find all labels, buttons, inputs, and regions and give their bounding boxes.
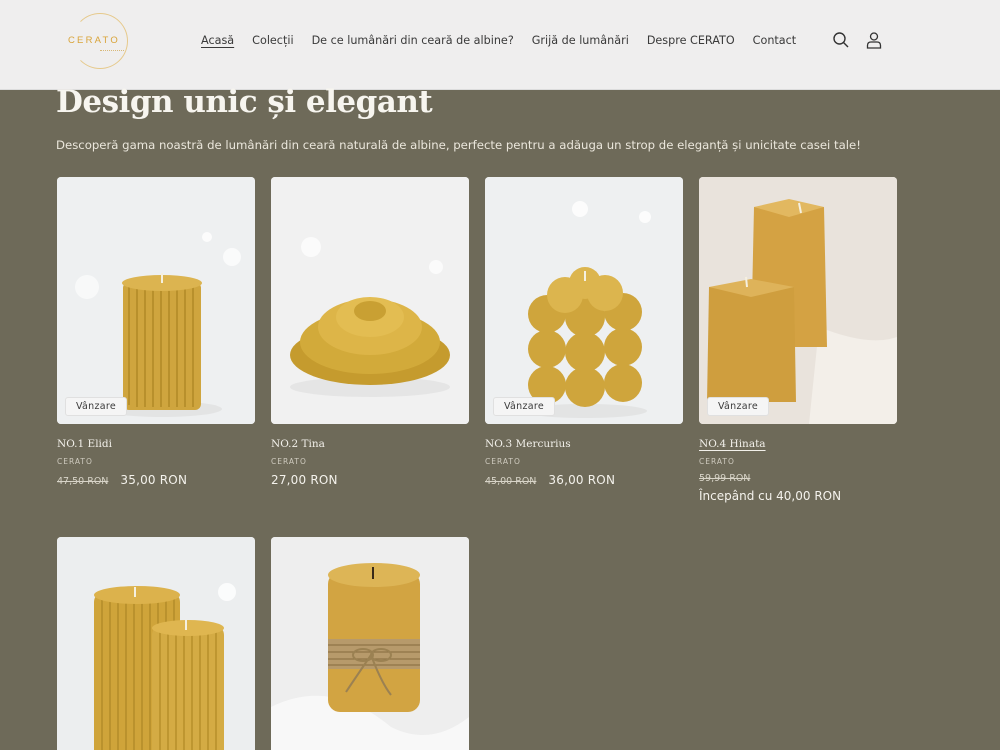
nav-item-de-ce-lumanari[interactable]: De ce lumânări din ceară de albine? <box>312 33 514 51</box>
main-nav: Acasă Colecții De ce lumânări din ceară … <box>201 33 796 51</box>
product-image[interactable] <box>271 177 469 424</box>
search-icon[interactable] <box>832 31 850 49</box>
nav-item-despre[interactable]: Despre CERATO <box>647 33 735 51</box>
product-name[interactable]: NO.1 Elidi <box>57 438 255 450</box>
price: 27,00 RON <box>271 473 338 487</box>
product-image[interactable]: Vânzare <box>57 177 255 424</box>
product-card-5[interactable] <box>57 537 255 750</box>
account-icon[interactable] <box>865 31 883 49</box>
sale-badge: Vânzare <box>707 397 770 416</box>
cerato-logo[interactable]: CERATO <box>66 13 128 71</box>
section-subtitle: Descoperă gama noastră de lumânări din c… <box>56 138 861 152</box>
sale-badge: Vânzare <box>493 397 556 416</box>
sale-price: 36,00 RON <box>548 473 616 487</box>
ribbed-candle-image <box>57 177 255 424</box>
section-title: Design unic și elegant <box>56 84 433 120</box>
product-card-elidi[interactable]: Vânzare NO.1 Elidi CERATO 47,50 RON 35,0… <box>57 177 255 487</box>
bubble-candle-image <box>485 177 683 424</box>
nav-item-colectii[interactable]: Colecții <box>252 33 293 51</box>
peony-candle-image <box>271 177 469 424</box>
product-image[interactable]: Vânzare <box>485 177 683 424</box>
site-header: CERATO Acasă Colecții De ce lumânări din… <box>0 0 1000 90</box>
hexagon-candles-image <box>699 177 897 424</box>
sale-badge: Vânzare <box>65 397 128 416</box>
old-price: 47,50 RON <box>57 476 109 487</box>
nav-item-grija[interactable]: Grijă de lumânări <box>532 33 629 51</box>
product-vendor: CERATO <box>271 457 307 466</box>
product-card-6[interactable] <box>271 537 469 750</box>
product-image[interactable]: Vânzare <box>699 177 897 424</box>
product-name[interactable]: NO.3 Mercurius <box>485 438 683 450</box>
old-price: 59,99 RON <box>699 473 751 484</box>
product-card-tina[interactable]: NO.2 Tina CERATO 27,00 RON <box>271 177 469 487</box>
sale-price: 35,00 RON <box>120 473 188 487</box>
ribbed-pillar-candles-image <box>57 537 255 750</box>
logo-text: CERATO <box>68 35 120 46</box>
product-vendor: CERATO <box>485 457 521 466</box>
product-card-hinata[interactable]: Vânzare NO.4 Hinata CERATO 59,99 RON Înc… <box>699 177 897 503</box>
product-vendor: CERATO <box>57 457 93 466</box>
product-name[interactable]: NO.2 Tina <box>271 438 469 450</box>
price-from: Începând cu 40,00 RON <box>699 489 842 503</box>
nav-item-acasa[interactable]: Acasă <box>201 33 234 51</box>
product-vendor: CERATO <box>699 457 735 466</box>
product-image[interactable] <box>57 537 255 750</box>
old-price: 45,00 RON <box>485 476 537 487</box>
product-name[interactable]: NO.4 Hinata <box>699 438 897 450</box>
twine-candle-image <box>271 537 469 750</box>
logo-tagline-mark <box>100 50 124 52</box>
nav-item-contact[interactable]: Contact <box>753 33 797 51</box>
product-card-mercurius[interactable]: Vânzare NO.3 Mercurius CERATO 45,00 RON … <box>485 177 683 487</box>
product-image[interactable] <box>271 537 469 750</box>
